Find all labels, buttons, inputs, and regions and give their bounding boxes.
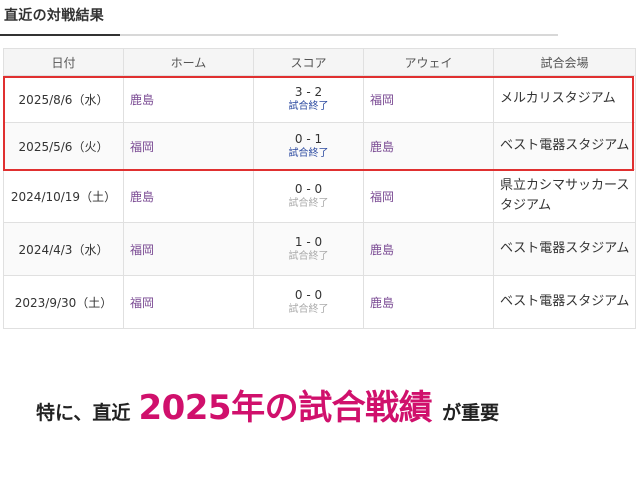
results-table: 日付 ホーム スコア アウェイ 試合会場 2025/8/6（水） 鹿島 3 - …: [3, 48, 636, 329]
away-team-link[interactable]: 福岡: [363, 75, 494, 123]
title-divider: [0, 34, 558, 36]
away-team-link[interactable]: 鹿島: [363, 122, 494, 170]
match-date: 2024/4/3（水）: [3, 222, 124, 276]
venue-name: ベスト電器スタジアム: [493, 222, 636, 276]
home-team-link[interactable]: 福岡: [123, 122, 254, 170]
table-row: 2025/5/6（火） 福岡 0 - 1 試合終了 鹿島 ベスト電器スタジアム: [3, 122, 636, 170]
header-away: アウェイ: [363, 48, 494, 76]
header-date: 日付: [3, 48, 124, 76]
caption-lead: 特に、直近: [36, 402, 131, 424]
match-status-link[interactable]: 試合終了: [254, 147, 363, 160]
match-date: 2025/8/6（水）: [3, 75, 124, 123]
home-team-link[interactable]: 福岡: [123, 275, 254, 329]
score-cell[interactable]: 3 - 2 試合終了: [253, 75, 364, 123]
venue-name: メルカリスタジアム: [493, 75, 636, 123]
score-cell: 0 - 0 試合終了: [253, 275, 364, 329]
score-value[interactable]: 0 - 1: [254, 132, 363, 147]
match-date: 2023/9/30（土）: [3, 275, 124, 329]
score-cell[interactable]: 0 - 1 試合終了: [253, 122, 364, 170]
match-date: 2024/10/19（土）: [3, 169, 124, 223]
score-value: 0 - 0: [294, 288, 323, 302]
away-team-link[interactable]: 鹿島: [363, 222, 494, 276]
caption: 特に、直近 2025年の試合戦績 が重要: [36, 380, 499, 430]
table-header-row: 日付 ホーム スコア アウェイ 試合会場: [3, 48, 636, 76]
match-status-link[interactable]: 試合終了: [254, 100, 363, 113]
score-value: 0 - 0: [294, 182, 323, 196]
caption-tail: が重要: [442, 402, 500, 424]
venue-name: ベスト電器スタジアム: [493, 122, 636, 170]
header-score: スコア: [253, 48, 364, 76]
table-row: 2023/9/30（土） 福岡 0 - 0 試合終了 鹿島 ベスト電器スタジアム: [3, 275, 636, 329]
home-team-link[interactable]: 福岡: [123, 222, 254, 276]
match-status: 試合終了: [288, 198, 329, 209]
home-team-link[interactable]: 鹿島: [123, 169, 254, 223]
venue-name: 県立カシマサッカースタジアム: [493, 169, 636, 223]
caption-emphasis: 2025年の試合戦績: [138, 388, 433, 428]
score-cell: 0 - 0 試合終了: [253, 169, 364, 223]
match-status: 試合終了: [288, 304, 329, 315]
match-date: 2025/5/6（火）: [3, 122, 124, 170]
venue-name: ベスト電器スタジアム: [493, 275, 636, 329]
table-row: 2024/10/19（土） 鹿島 0 - 0 試合終了 福岡 県立カシマサッカー…: [3, 169, 636, 223]
match-status: 試合終了: [288, 251, 329, 262]
score-value: 1 - 0: [294, 235, 323, 249]
table-row: 2024/4/3（水） 福岡 1 - 0 試合終了 鹿島 ベスト電器スタジアム: [3, 222, 636, 276]
away-team-link[interactable]: 福岡: [363, 169, 494, 223]
header-home: ホーム: [123, 48, 254, 76]
away-team-link[interactable]: 鹿島: [363, 275, 494, 329]
section-title: 直近の対戦結果: [4, 8, 105, 24]
table-row: 2025/8/6（水） 鹿島 3 - 2 試合終了 福岡 メルカリスタジアム: [3, 75, 636, 123]
score-value[interactable]: 3 - 2: [254, 85, 363, 100]
score-cell: 1 - 0 試合終了: [253, 222, 364, 276]
header-venue: 試合会場: [493, 48, 636, 76]
home-team-link[interactable]: 鹿島: [123, 75, 254, 123]
